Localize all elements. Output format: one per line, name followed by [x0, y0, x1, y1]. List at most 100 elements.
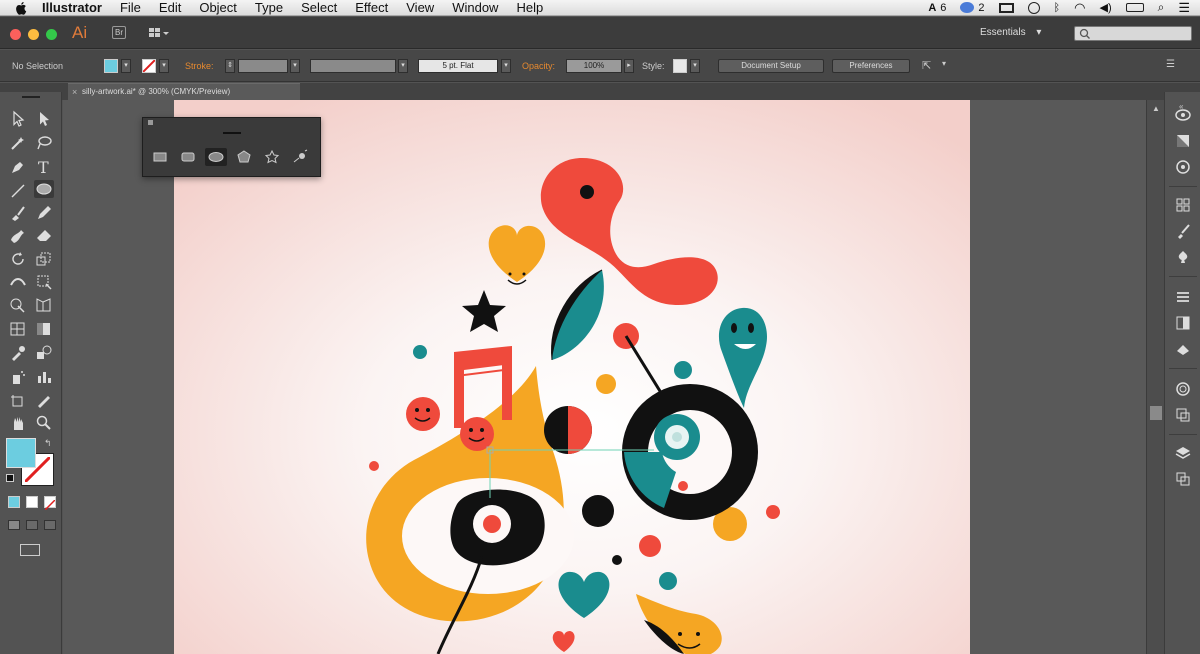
- vertical-scrollbar[interactable]: ▲: [1146, 100, 1164, 654]
- fill-color-swatch[interactable]: [104, 59, 118, 73]
- menu-effect[interactable]: Effect: [355, 0, 388, 15]
- close-panel-button[interactable]: [148, 120, 153, 125]
- document-setup-button[interactable]: Document Setup: [718, 59, 824, 73]
- width-tool-icon[interactable]: [8, 272, 28, 290]
- blob-brush-tool-icon[interactable]: [8, 226, 28, 244]
- arrange-icon[interactable]: ⇱: [922, 59, 931, 72]
- gradient-panel-icon[interactable]: [1174, 132, 1192, 150]
- layers-icon[interactable]: [1174, 444, 1192, 462]
- notification-center-icon[interactable]: ☰: [1178, 0, 1190, 16]
- spotlight-search-icon[interactable]: ⌕: [1158, 0, 1165, 15]
- pen-tool-icon[interactable]: [8, 158, 28, 176]
- column-graph-tool-icon[interactable]: [34, 368, 54, 386]
- close-window-button[interactable]: [10, 29, 21, 40]
- symbols-icon[interactable]: [1174, 248, 1192, 266]
- artboard-tool-icon[interactable]: [8, 392, 28, 410]
- menu-help[interactable]: Help: [516, 0, 543, 15]
- shape-builder-tool-icon[interactable]: [8, 296, 28, 314]
- brush-definition-dropdown[interactable]: ▾: [501, 59, 511, 73]
- teal-heart-shape[interactable]: [558, 571, 610, 618]
- direct-selection-tool-icon[interactable]: [34, 110, 54, 128]
- scroll-up-arrow[interactable]: ▲: [1152, 104, 1160, 113]
- align-icon[interactable]: [1174, 196, 1192, 214]
- menu-select[interactable]: Select: [301, 0, 337, 15]
- close-tab-icon[interactable]: ×: [72, 84, 77, 100]
- volume-icon[interactable]: ◀): [1099, 1, 1111, 14]
- stroke-dropdown[interactable]: ▾: [159, 59, 169, 73]
- sync-status-icon[interactable]: [960, 2, 975, 13]
- perspective-grid-tool-icon[interactable]: [34, 296, 54, 314]
- stroke-panel-icon[interactable]: [1174, 288, 1192, 306]
- graphic-style-swatch[interactable]: [673, 59, 687, 73]
- screen-mode-icon[interactable]: [20, 544, 40, 556]
- stroke-weight-dropdown[interactable]: ▾: [290, 59, 300, 73]
- opacity-dropdown[interactable]: ▸: [624, 59, 634, 73]
- transform-icon[interactable]: [1174, 406, 1192, 424]
- hand-tool-icon[interactable]: [8, 414, 28, 432]
- swap-colors-icon[interactable]: ↰: [44, 438, 52, 449]
- display-icon[interactable]: [998, 2, 1014, 13]
- battery-icon[interactable]: [1125, 3, 1144, 12]
- menu-file[interactable]: File: [120, 0, 141, 15]
- paintbrush-tool-icon[interactable]: [8, 204, 28, 222]
- menu-type[interactable]: Type: [255, 0, 283, 15]
- selection-tool-icon[interactable]: [8, 110, 28, 128]
- yellow-heart-shape[interactable]: [488, 225, 546, 282]
- menu-window[interactable]: Window: [452, 0, 498, 15]
- type-tool-icon[interactable]: T: [34, 158, 54, 177]
- menu-illustrator[interactable]: Illustrator: [42, 0, 102, 15]
- lasso-tool-icon[interactable]: [34, 134, 54, 152]
- blend-tool-icon[interactable]: [34, 344, 54, 362]
- zoom-tool-icon[interactable]: [34, 414, 54, 432]
- draw-inside-icon[interactable]: [44, 520, 56, 530]
- symbol-sprayer-tool-icon[interactable]: [8, 368, 28, 386]
- rotate-tool-icon[interactable]: [8, 250, 28, 268]
- go-to-bridge-button[interactable]: Br: [112, 26, 126, 39]
- default-colors-icon[interactable]: [6, 474, 14, 482]
- pencil-tool-icon[interactable]: [34, 204, 54, 222]
- stroke-weight-stepper[interactable]: ⇕: [225, 59, 235, 73]
- menu-object[interactable]: Object: [199, 0, 237, 15]
- star-tool-icon[interactable]: [261, 148, 283, 166]
- brush-definition[interactable]: 5 pt. Flat: [418, 59, 498, 73]
- opacity-label[interactable]: Opacity:: [522, 59, 555, 73]
- transparency-icon[interactable]: [1174, 158, 1192, 176]
- menu-view[interactable]: View: [406, 0, 434, 15]
- minimize-window-button[interactable]: [28, 29, 39, 40]
- stroke-label[interactable]: Stroke:: [185, 59, 214, 73]
- teal-creature-shape[interactable]: [718, 307, 767, 408]
- scale-tool-icon[interactable]: [34, 250, 54, 268]
- ellipse-tool-icon[interactable]: [205, 148, 227, 166]
- fill-dropdown[interactable]: ▾: [121, 59, 131, 73]
- rounded-rectangle-tool-icon[interactable]: [177, 148, 199, 166]
- draw-normal-icon[interactable]: [8, 520, 20, 530]
- mesh-tool-icon[interactable]: [8, 320, 28, 338]
- variable-width-dropdown[interactable]: ▾: [398, 59, 408, 73]
- free-transform-tool-icon[interactable]: [34, 272, 54, 290]
- adobe-status-icon[interactable]: A: [928, 2, 936, 14]
- variable-width-profile[interactable]: [310, 59, 396, 73]
- document-tab[interactable]: × silly-artwork.ai* @ 300% (CMYK/Preview…: [68, 83, 300, 100]
- eyedropper-tool-icon[interactable]: [8, 344, 28, 362]
- ellipse-tool-icon[interactable]: [34, 180, 54, 198]
- workspace-switcher[interactable]: Essentials ▾: [980, 27, 1041, 38]
- tools-panel-grip[interactable]: [22, 96, 40, 98]
- color-guide-icon[interactable]: [1174, 106, 1192, 124]
- black-star-shape[interactable]: [462, 290, 506, 332]
- eraser-tool-icon[interactable]: [34, 226, 54, 244]
- rectangle-tool-icon[interactable]: [149, 148, 171, 166]
- none-mode-icon[interactable]: [44, 496, 56, 511]
- polygon-tool-icon[interactable]: [233, 148, 255, 166]
- wifi-icon[interactable]: ◠: [1074, 0, 1085, 16]
- help-search-input[interactable]: [1074, 26, 1192, 41]
- time-machine-icon[interactable]: [1027, 1, 1040, 14]
- artboard[interactable]: [174, 100, 970, 654]
- stroke-weight-field[interactable]: [238, 59, 288, 73]
- slice-tool-icon[interactable]: [34, 392, 54, 410]
- bluetooth-icon[interactable]: ᛒ: [1054, 2, 1061, 14]
- control-options-dropdown[interactable]: ▾: [942, 59, 946, 68]
- gradient-tool-icon[interactable]: [34, 320, 54, 338]
- fill-color-indicator[interactable]: [6, 438, 36, 468]
- flare-tool-icon[interactable]: [289, 148, 311, 166]
- gradient-mode-icon[interactable]: [26, 496, 38, 508]
